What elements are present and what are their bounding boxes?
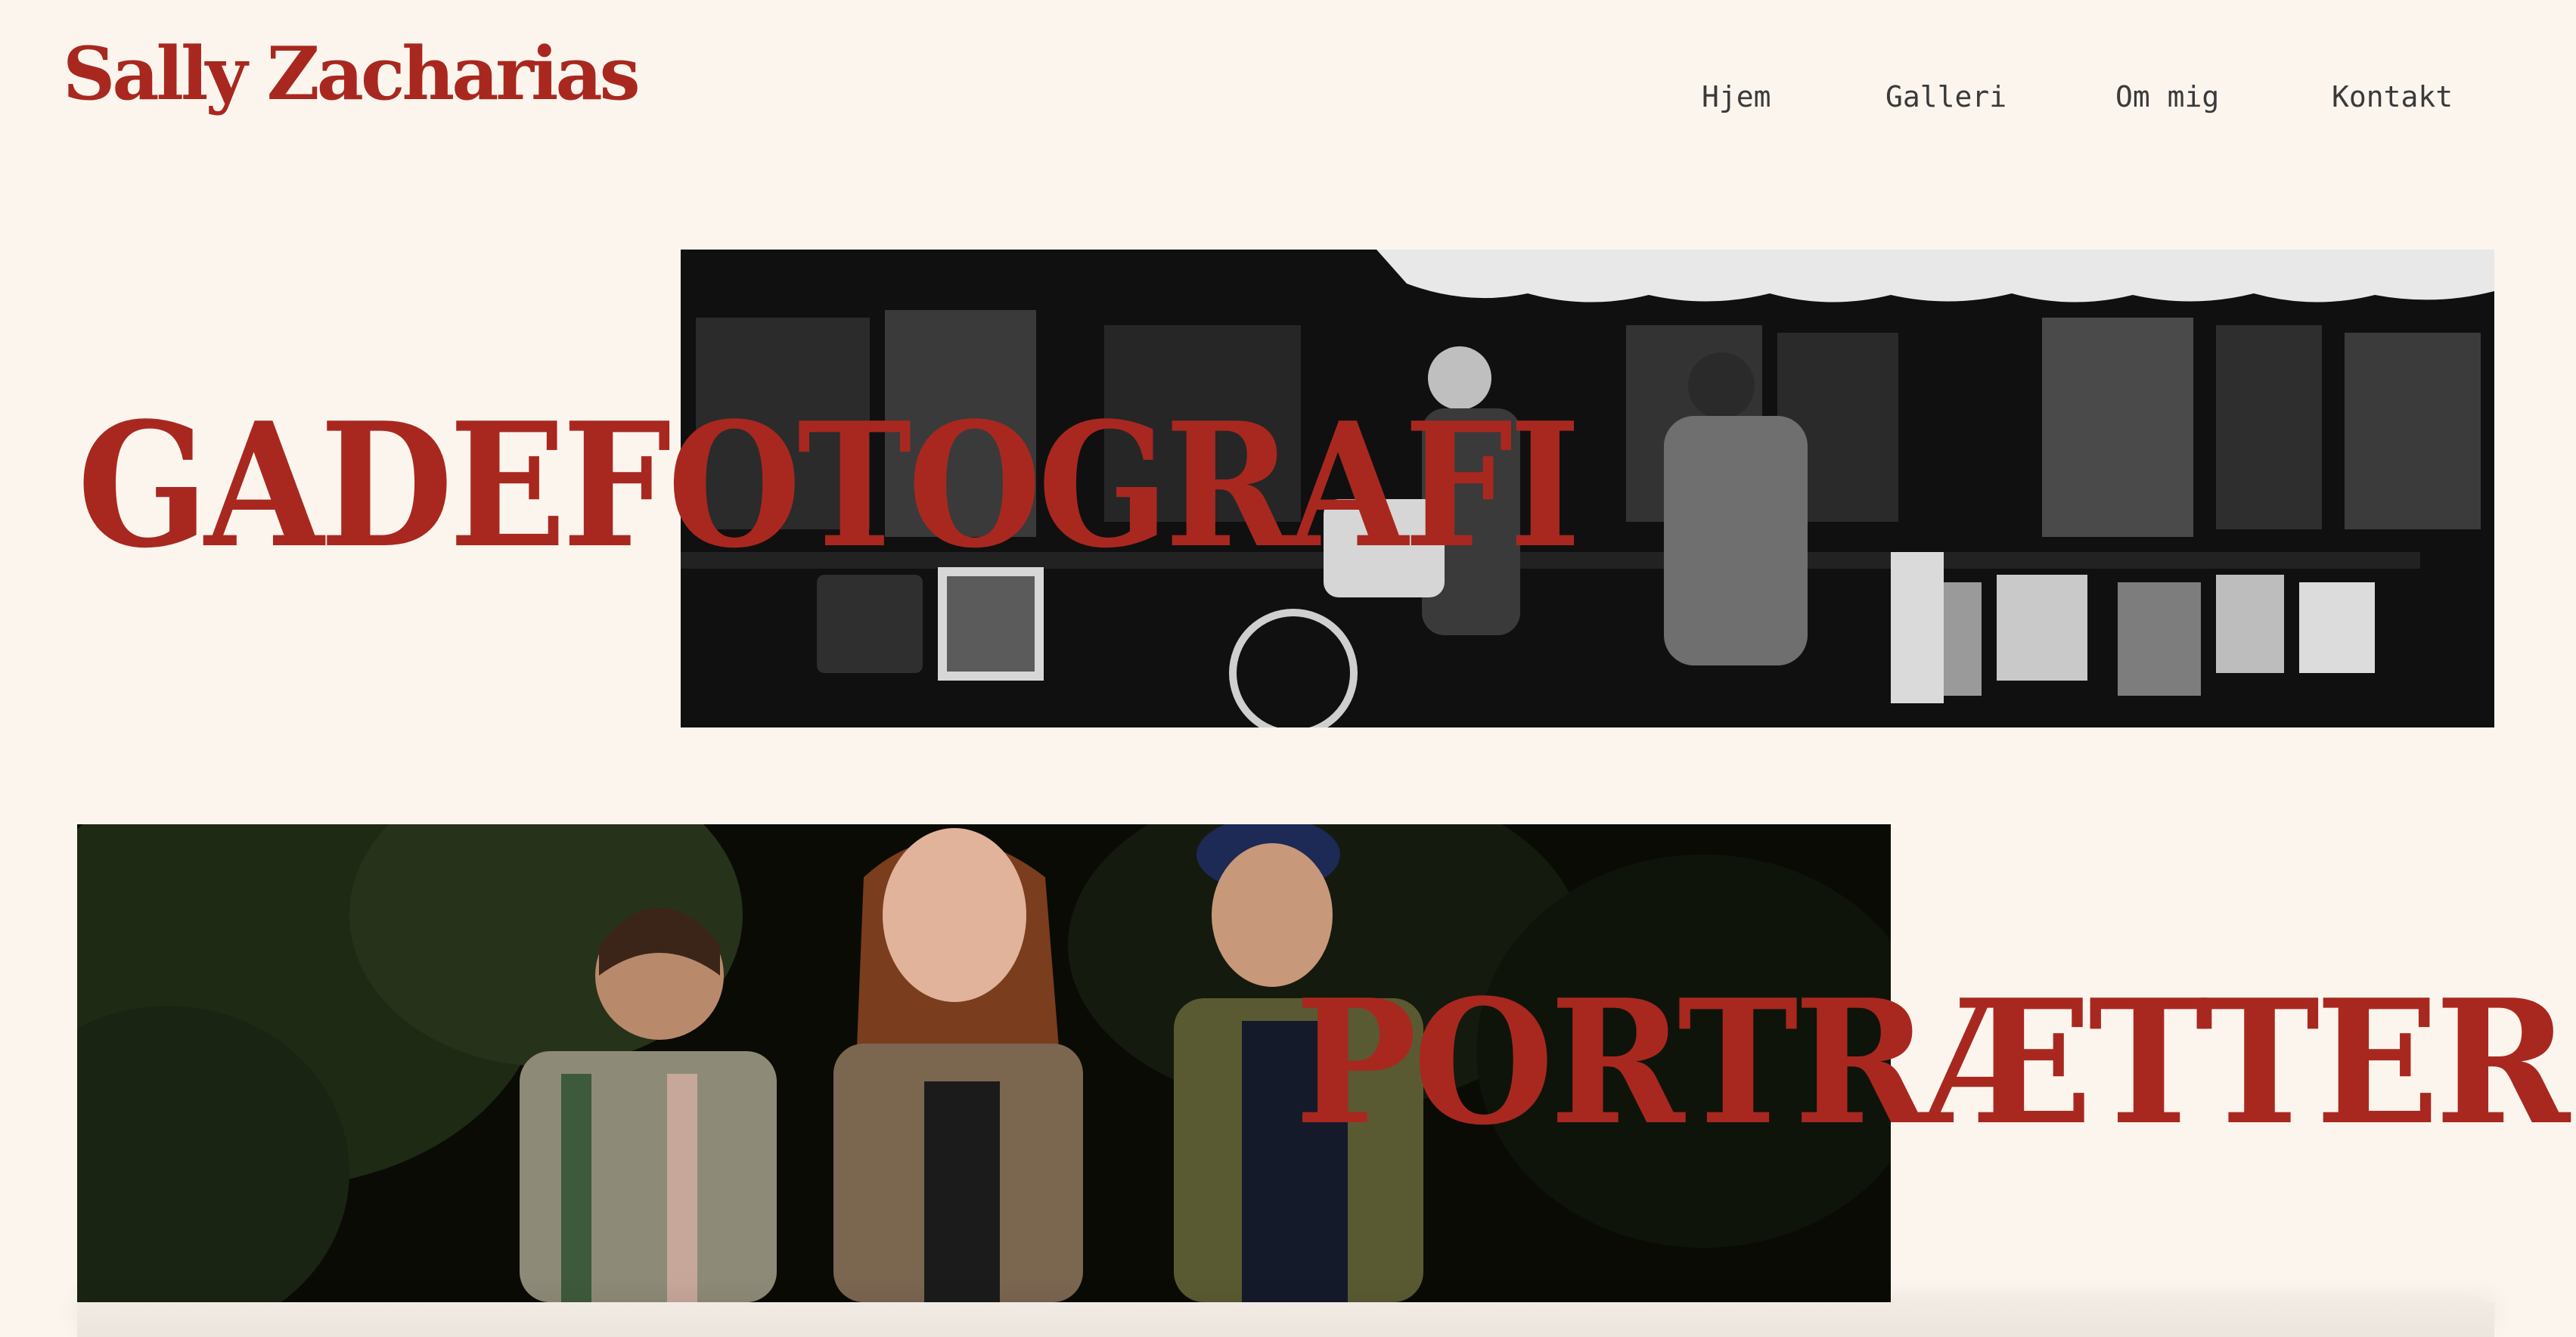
next-section-edge	[77, 1302, 2494, 1337]
nav-item-om-mig[interactable]: Om mig	[2115, 74, 2219, 119]
nav-item-kontakt[interactable]: Kontakt	[2332, 74, 2453, 119]
section-title-portraetter[interactable]: PORTRÆTTER	[1295, 978, 2570, 1149]
nav-item-hjem[interactable]: Hjem	[1702, 74, 1771, 119]
nav-item-galleri[interactable]: Galleri	[1885, 74, 2006, 119]
section-title-gadefotografi[interactable]: GADEFOTOGRAFI	[77, 401, 1581, 572]
main-nav: Hjem Galleri Om mig Kontakt	[0, 74, 2576, 119]
